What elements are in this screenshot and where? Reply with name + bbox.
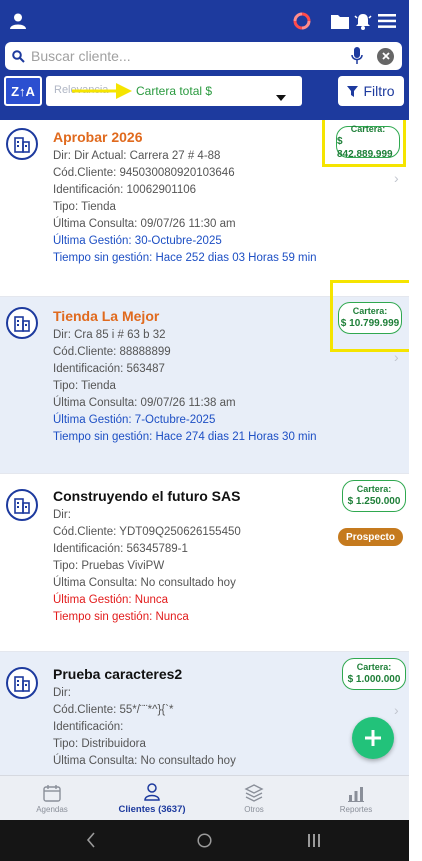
nav-label: Clientes (3637) <box>118 804 186 815</box>
client-address: Dir: <box>53 687 71 699</box>
nav-item-agendas[interactable]: Agendas <box>2 776 102 821</box>
client-time-without-management: Tiempo sin gestión: Hace 252 dias 03 Hor… <box>53 252 317 264</box>
layers-icon <box>244 783 264 803</box>
clients-icon <box>142 782 162 802</box>
cartera-label: Cartera: <box>356 484 392 494</box>
sort-bar: Z↑A Relevancia Cartera total $ Filtro <box>0 76 409 108</box>
plus-icon <box>364 729 382 747</box>
client-info: Aprobar 2026 Dir: Dir Actual: Carrera 27… <box>53 127 317 267</box>
search-bar <box>5 42 402 70</box>
client-type: Tipo: Tienda <box>53 380 116 392</box>
client-identification: Identificación: 56345789-1 <box>53 543 188 555</box>
client-name: Construyendo el futuro SAS <box>53 488 241 504</box>
filter-icon <box>347 85 359 97</box>
client-info: Prueba caracteres2 Dir: Cód.Cliente: 55*… <box>53 664 236 770</box>
nav-label: Agendas <box>36 805 68 814</box>
client-last-query: Última Consulta: 09/07/26 11:38 am <box>53 397 236 409</box>
client-address: Dir: Dir Actual: Carrera 27 # 4-88 <box>53 150 221 162</box>
building-icon <box>6 128 38 160</box>
cartera-badge: Cartera: $ 1.000.000 <box>342 658 406 690</box>
client-identification: Identificación: 563487 <box>53 363 165 375</box>
client-last-management: Última Gestión: 30-Octubre-2025 <box>53 235 222 247</box>
add-client-button[interactable] <box>352 717 394 759</box>
nav-label: Reportes <box>339 805 373 814</box>
nav-item-clientes[interactable]: Clientes (3637) <box>102 776 202 821</box>
building-icon <box>6 667 38 699</box>
calendar-icon <box>42 783 62 803</box>
building-icon <box>6 307 38 339</box>
client-last-management: Última Gestión: 7-Octubre-2025 <box>53 414 216 426</box>
chevron-right-icon: › <box>394 702 399 718</box>
client-last-query: Última Consulta: No consultado hoy <box>53 755 236 767</box>
client-time-without-management: Tiempo sin gestión: Hace 274 dias 21 Hor… <box>53 431 317 443</box>
menu-icon[interactable] <box>375 10 399 32</box>
arrow-annotation-icon <box>72 81 134 106</box>
client-type: Tipo: Pruebas ViviPW <box>53 560 165 572</box>
client-identification: Identificación: <box>53 721 124 733</box>
sort-order-icon: Z↑A <box>11 83 35 99</box>
building-icon <box>6 489 38 521</box>
chart-icon <box>346 783 366 803</box>
highlight-box <box>330 280 409 352</box>
prospect-badge: Prospecto <box>338 528 403 546</box>
client-time-without-management: Tiempo sin gestión: Nunca <box>53 611 189 623</box>
user-icon[interactable] <box>6 10 30 32</box>
client-code: Cód.Cliente: 88888899 <box>53 346 171 358</box>
client-list: Aprobar 2026 Dir: Dir Actual: Carrera 27… <box>0 120 409 775</box>
cartera-label: Cartera: <box>356 662 392 672</box>
client-info: Tienda La Mejor Dir: Cra 85 i # 63 b 32 … <box>53 306 317 446</box>
clear-icon[interactable] <box>377 47 394 65</box>
chevron-down-icon <box>276 88 286 106</box>
client-info: Construyendo el futuro SAS Dir: Cód.Clie… <box>53 486 241 626</box>
client-last-query: Última Consulta: No consultado hoy <box>53 577 236 589</box>
search-input[interactable] <box>31 48 351 64</box>
cartera-value: $ 1.250.000 <box>347 496 401 507</box>
nav-item-otros[interactable]: Otros <box>204 776 304 821</box>
top-bar <box>0 0 409 42</box>
recents-icon[interactable] <box>307 833 321 848</box>
client-name: Prueba caracteres2 <box>53 666 183 682</box>
sort-selected-value: Cartera total $ <box>136 84 213 98</box>
sync-icon[interactable] <box>290 10 314 32</box>
cartera-badge: Cartera: $ 1.250.000 <box>342 480 406 512</box>
chevron-right-icon: › <box>394 170 399 186</box>
sort-select[interactable]: Relevancia Cartera total $ <box>46 76 302 106</box>
filter-label: Filtro <box>363 83 395 99</box>
back-icon[interactable] <box>86 832 96 848</box>
nav-item-reportes[interactable]: Reportes <box>306 776 406 821</box>
client-type: Tipo: Tienda <box>53 201 116 213</box>
cartera-value: $ 1.000.000 <box>347 674 401 685</box>
folder-icon[interactable] <box>328 10 352 32</box>
client-last-query: Última Consulta: 09/07/26 11:30 am <box>53 218 236 230</box>
system-nav-bar <box>0 820 409 861</box>
app-screen: Z↑A Relevancia Cartera total $ Filtro <box>0 0 409 861</box>
client-card[interactable]: Prueba caracteres2 Dir: Cód.Cliente: 55*… <box>0 652 409 775</box>
client-address: Dir: Cra 85 i # 63 b 32 <box>53 329 166 341</box>
microphone-icon[interactable] <box>351 47 363 65</box>
highlight-box <box>322 120 406 167</box>
header: Z↑A Relevancia Cartera total $ Filtro <box>0 0 409 120</box>
client-code: Cód.Cliente: 55*/¨¨*^}{`* <box>53 704 174 716</box>
client-card[interactable]: Construyendo el futuro SAS Dir: Cód.Clie… <box>0 474 409 652</box>
client-code: Cód.Cliente: 945030080920103646 <box>53 167 235 179</box>
search-icon <box>12 49 25 63</box>
client-address: Dir: <box>53 509 71 521</box>
client-code: Cód.Cliente: YDT09Q250626155450 <box>53 526 241 538</box>
screen-margin <box>409 0 422 861</box>
client-last-management: Última Gestión: Nunca <box>53 594 169 606</box>
client-name: Aprobar 2026 <box>53 129 143 145</box>
bell-icon[interactable] <box>351 10 375 32</box>
home-icon[interactable] <box>197 833 212 848</box>
client-type: Tipo: Distribuidora <box>53 738 146 750</box>
client-name: Tienda La Mejor <box>53 308 160 324</box>
sort-order-button[interactable]: Z↑A <box>4 76 42 106</box>
nav-label: Otros <box>244 805 264 814</box>
bottom-nav: Agendas Clientes (3637) Otros Reportes <box>0 775 409 820</box>
filter-button[interactable]: Filtro <box>338 76 404 106</box>
client-identification: Identificación: 10062901106 <box>53 184 197 196</box>
